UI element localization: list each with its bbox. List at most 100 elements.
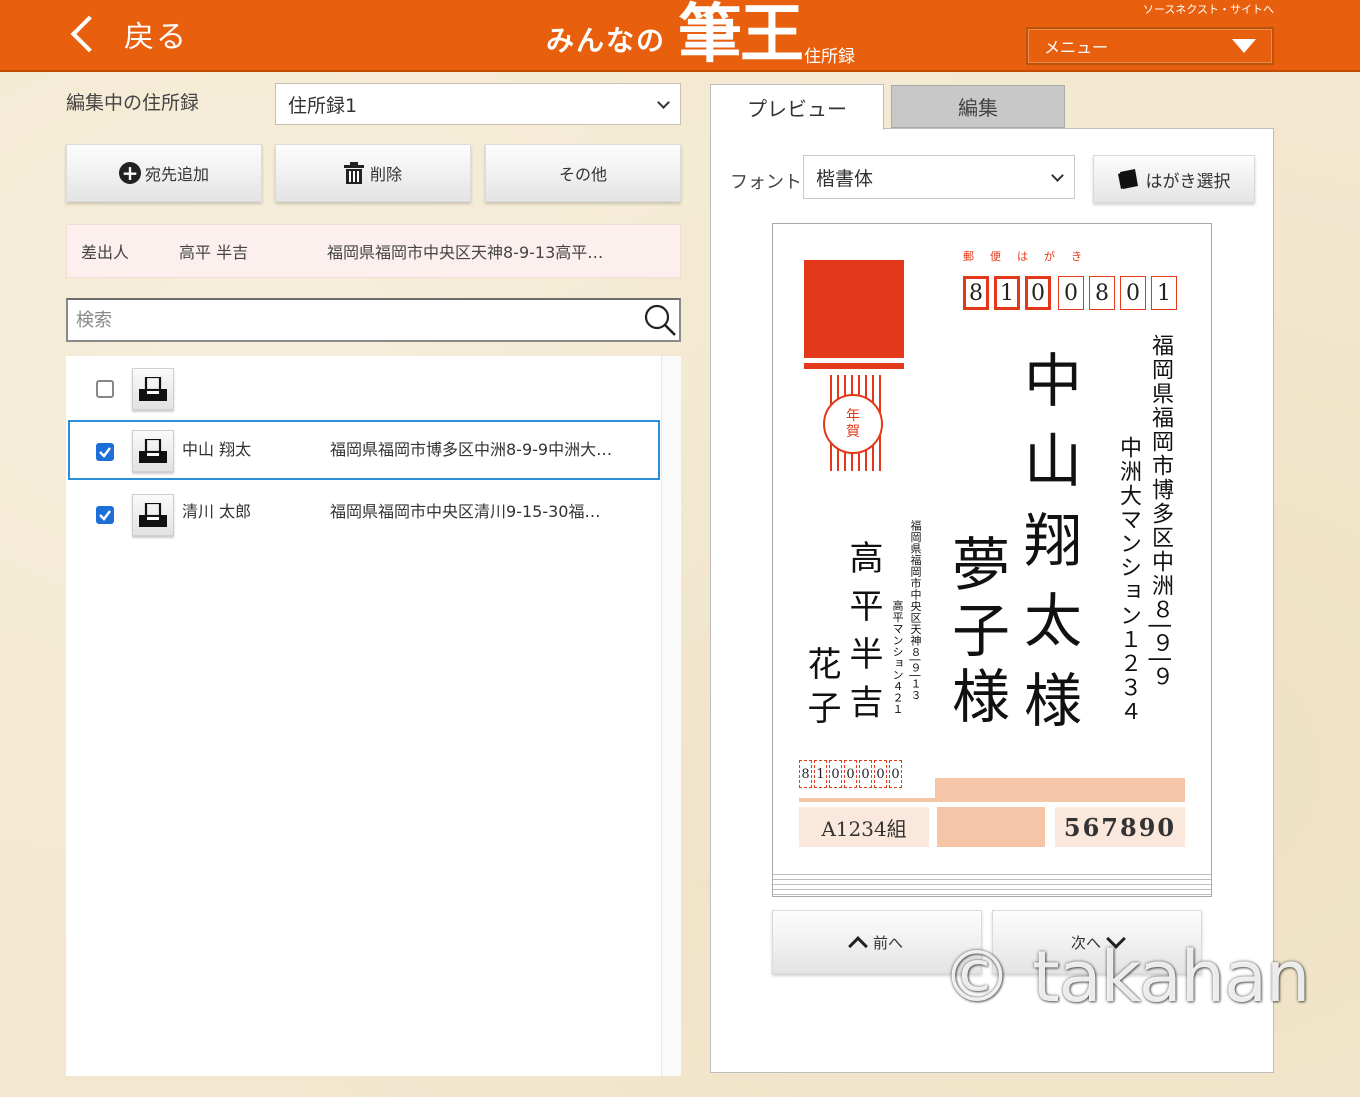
recipient-address-line-1: 福岡県福岡市博多区中洲８|９|９ [1148, 334, 1173, 689]
zip-digit: 1 [994, 276, 1020, 310]
tab-preview-label: プレビュー [747, 97, 847, 121]
font-select-value: 楷書体 [816, 167, 874, 190]
sender-row[interactable]: 差出人 高平 半吉 福岡県福岡市中央区天神8-9-13高平… [66, 224, 681, 278]
postcard-icon [1117, 169, 1138, 189]
lottery-group: A1234組 [799, 807, 929, 847]
add-recipient-button[interactable]: + 宛先追加 [66, 144, 262, 202]
row-address: 福岡県福岡市博多区中洲8-9-9中洲大… [330, 440, 613, 459]
addressbook-select-value: 住所録1 [288, 94, 358, 117]
row-address: 福岡県福岡市中央区清川9-15-30福… [330, 502, 601, 521]
postcard-edge [773, 870, 1211, 896]
list-item[interactable] [66, 356, 662, 418]
sender-name-1: 高平半吉 [843, 540, 883, 732]
zip-digit: 0 [889, 760, 902, 788]
printer-icon [139, 377, 167, 401]
addressbook-select[interactable]: 住所録1 [275, 83, 681, 125]
sourcenext-site-link[interactable]: ソースネクスト・サイトへ [1143, 1, 1274, 17]
list-item[interactable]: 中山 翔太 福岡県福岡市博多区中洲8-9-9中洲大… [68, 420, 660, 480]
other-button[interactable]: その他 [485, 144, 681, 202]
list-item[interactable]: 清川 太郎 福岡県福岡市中央区清川9-15-30福… [66, 484, 662, 546]
back-label: 戻る [124, 20, 188, 55]
print-button[interactable] [132, 494, 174, 536]
print-button[interactable] [132, 430, 174, 472]
tab-edit[interactable]: 編集 [891, 85, 1065, 128]
checkmark-icon [99, 510, 111, 521]
font-select[interactable]: 楷書体 [803, 155, 1075, 199]
postage-stamp [804, 260, 904, 358]
chevron-down-icon [657, 95, 670, 109]
logo-sub: 住所録 [804, 46, 856, 67]
row-name: 清川 太郎 [182, 502, 252, 521]
zip-digit: 0 [829, 760, 842, 788]
logo-main: 筆王 [678, 0, 804, 72]
row-checkbox[interactable] [96, 380, 114, 398]
printer-icon [139, 503, 167, 527]
postmark-text-2: 賀 [846, 424, 860, 440]
zip-digit: 8 [799, 760, 812, 788]
recipient-address-line-2: 中洲大マンション１２３４ [1116, 436, 1141, 724]
lottery-line [799, 798, 1185, 802]
watermark: © takahan [942, 936, 1310, 1018]
row-checkbox[interactable] [96, 443, 114, 461]
delete-button[interactable]: 削除 [275, 144, 471, 202]
search-input[interactable] [74, 308, 643, 332]
yubin-hagaki-label: 郵便はがき [963, 250, 1098, 263]
print-button[interactable] [132, 368, 174, 410]
row-checkbox[interactable] [96, 506, 114, 524]
zip-digit: 1 [814, 760, 827, 788]
zip-digit: 1 [1151, 276, 1177, 310]
plus-circle-icon: + [118, 162, 141, 184]
lottery-bar [935, 778, 1185, 798]
list-scrollbar[interactable] [661, 356, 681, 1076]
select-postcard-button[interactable]: はがき選択 [1093, 155, 1255, 203]
chevron-up-icon [848, 936, 868, 956]
printer-icon [139, 439, 167, 463]
zip-digit: 0 [1025, 276, 1051, 310]
postmark-text-1: 年 [846, 408, 860, 424]
sender-address: 福岡県福岡市中央区天神8-9-13高平… [327, 243, 604, 262]
tab-preview[interactable]: プレビュー [710, 84, 884, 130]
logo-minna: みんなの [546, 24, 667, 57]
other-label: その他 [558, 165, 607, 184]
search-icon[interactable] [643, 303, 677, 337]
lottery-number: 567890 [1055, 807, 1185, 847]
recipient-list: 中山 翔太 福岡県福岡市博多区中洲8-9-9中洲大… 清川 太郎 福岡県福岡市中… [66, 356, 681, 1076]
zip-digit: 8 [963, 276, 989, 310]
zip-digit: 8 [1089, 276, 1115, 310]
stamp-bar [804, 363, 904, 369]
back-button[interactable]: 戻る [62, 10, 188, 58]
checkmark-icon [99, 447, 111, 458]
prev-label: 前へ [872, 933, 903, 952]
app-header: 戻る みんなの 筆王 住所録 ソースネクスト・サイトへ メニュー [0, 0, 1360, 72]
font-label: フォント [730, 172, 802, 193]
postcard-preview: 年 賀 郵便はがき 8 1 0 0 8 0 1 福岡県福岡市博多区中洲８|９|９… [772, 223, 1212, 897]
triangle-down-icon [1232, 39, 1256, 53]
sender-zip: 8 1 0 0 0 0 0 [799, 760, 904, 788]
tab-edit-label: 編集 [958, 96, 998, 120]
row-name: 中山 翔太 [182, 440, 252, 459]
chevron-down-icon [1051, 168, 1064, 182]
sender-address-line-2: 高平マンション４２１ [891, 600, 904, 715]
editing-addressbook-label: 編集中の住所録 [66, 92, 200, 114]
sender-name: 高平 半吉 [179, 243, 249, 262]
sender-label: 差出人 [81, 243, 130, 262]
sender-address-line-1: 福岡県福岡市中央区天神８|９|１３ [909, 520, 922, 701]
add-recipient-label: 宛先追加 [144, 165, 209, 184]
menu-dropdown[interactable]: メニュー [1026, 27, 1274, 65]
menu-label: メニュー [1044, 38, 1109, 57]
zip-digit: 0 [844, 760, 857, 788]
lottery-middle [937, 807, 1045, 847]
zip-digit: 0 [1058, 276, 1084, 310]
app-logo: みんなの 筆王 住所録 [546, 0, 855, 70]
chevron-left-icon [70, 15, 108, 53]
recipient-name-1: 中山翔太様 [1014, 350, 1082, 750]
search-box [66, 298, 681, 342]
trash-icon [343, 162, 364, 184]
zip-digit: 0 [859, 760, 872, 788]
nenga-postmark: 年 賀 [823, 394, 883, 454]
recipient-name-2: 夢子様 [942, 534, 1010, 732]
delete-label: 削除 [369, 165, 402, 184]
recipient-zip: 8 1 0 0 8 0 1 [963, 276, 1182, 310]
zip-digit: 0 [1120, 276, 1146, 310]
sender-name-2: 花子 [801, 646, 841, 734]
